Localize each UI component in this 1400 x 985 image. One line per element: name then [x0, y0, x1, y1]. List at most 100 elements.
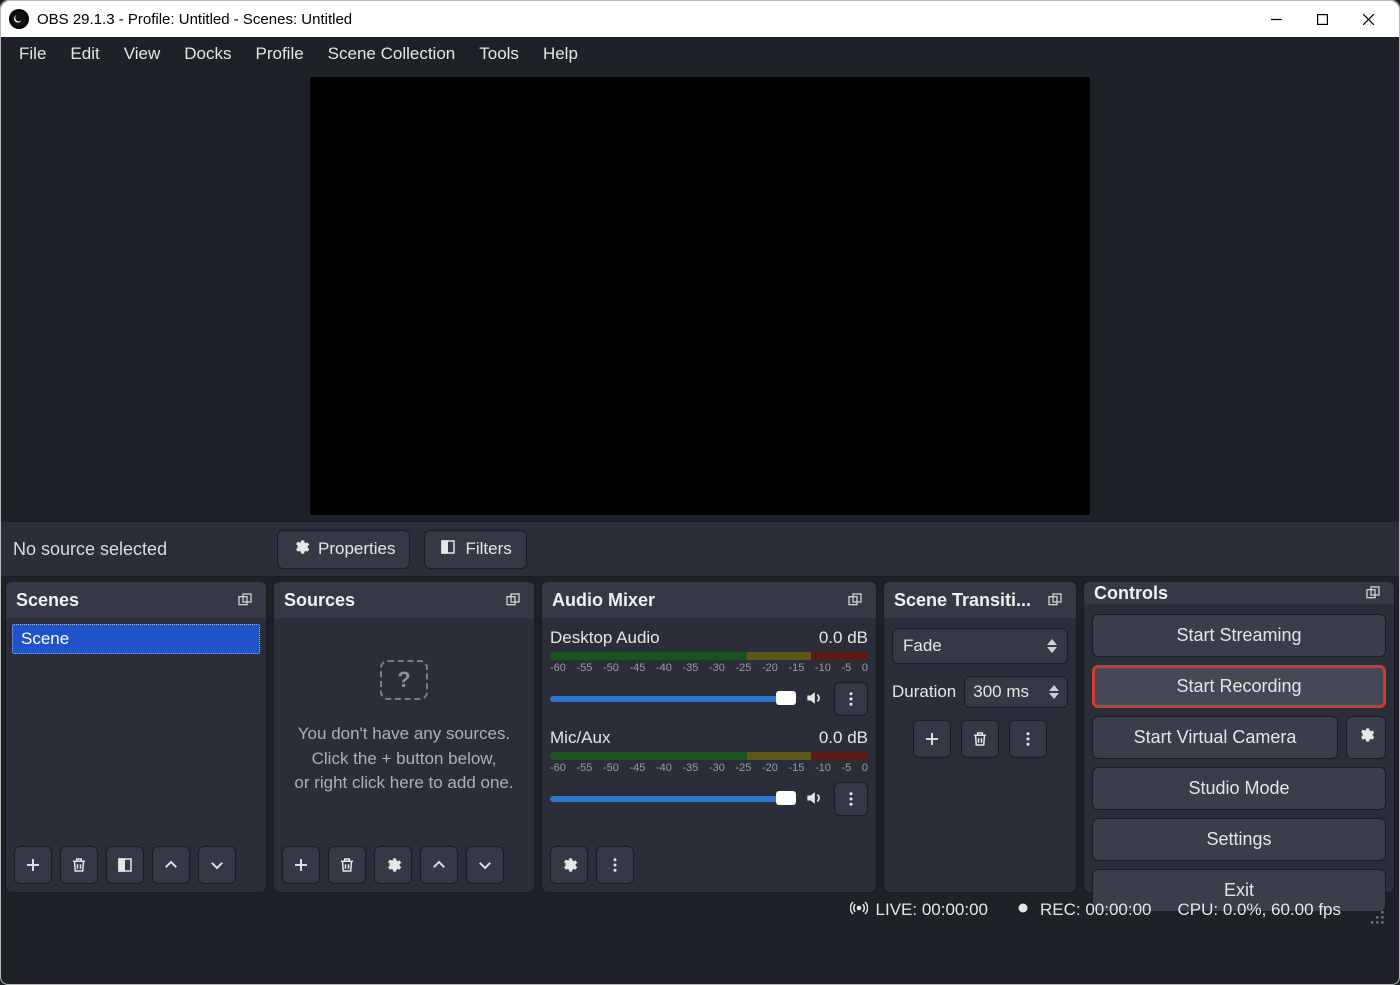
duration-spin[interactable]: 300 ms: [964, 676, 1068, 708]
live-text: LIVE: 00:00:00: [876, 900, 988, 920]
start-virtual-camera-button[interactable]: Start Virtual Camera: [1092, 716, 1338, 759]
titlebar: OBS 29.1.3 - Profile: Untitled - Scenes:…: [1, 1, 1399, 37]
preview-canvas[interactable]: [310, 77, 1090, 515]
question-icon: ?: [380, 660, 428, 700]
gear-icon: [1357, 726, 1375, 749]
source-status-label: No source selected: [13, 539, 263, 560]
add-scene-button[interactable]: [14, 846, 52, 884]
menu-help[interactable]: Help: [531, 40, 590, 68]
transition-select[interactable]: Fade: [892, 628, 1068, 664]
sources-panel: Sources ? You don't have any sources. Cl…: [273, 581, 535, 893]
menu-file[interactable]: File: [7, 40, 58, 68]
speaker-icon[interactable]: [804, 688, 826, 710]
gear-icon: [292, 538, 310, 561]
sources-placeholder: ? You don't have any sources. Click the …: [280, 624, 528, 832]
rec-status: REC: 00:00:00: [1014, 899, 1152, 922]
source-properties-button[interactable]: [374, 846, 412, 884]
rec-text: REC: 00:00:00: [1040, 900, 1152, 920]
mixer-ticks: -60-55-50-45-40-35-30-25-20-15-10-50: [550, 662, 868, 674]
menu-scene-collection[interactable]: Scene Collection: [316, 40, 468, 68]
duration-label: Duration: [892, 682, 956, 702]
sources-placeholder-line: Click the + button below,: [312, 747, 497, 772]
properties-label: Properties: [318, 539, 395, 559]
menu-tools[interactable]: Tools: [467, 40, 531, 68]
scene-item[interactable]: Scene: [12, 624, 260, 654]
remove-source-button[interactable]: [328, 846, 366, 884]
channel-menu-button[interactable]: [834, 682, 868, 716]
menu-profile[interactable]: Profile: [243, 40, 315, 68]
app-icon: [9, 9, 29, 29]
menu-view[interactable]: View: [112, 40, 173, 68]
add-transition-button[interactable]: [913, 720, 951, 758]
controls-panel: Controls Start Streaming Start Recording…: [1083, 581, 1395, 893]
menu-docks[interactable]: Docks: [172, 40, 243, 68]
mixer-channel: Desktop Audio 0.0 dB -60-55-50-45-40-35-…: [548, 624, 870, 724]
studio-mode-button[interactable]: Studio Mode: [1092, 767, 1386, 810]
properties-button[interactable]: Properties: [277, 530, 410, 569]
volume-slider[interactable]: [550, 696, 796, 702]
sources-title: Sources: [284, 590, 502, 611]
mixer-settings-button[interactable]: [550, 846, 588, 884]
menu-edit[interactable]: Edit: [58, 40, 111, 68]
channel-menu-button[interactable]: [834, 782, 868, 816]
mixer-meter: [550, 652, 868, 660]
minimize-button[interactable]: [1253, 1, 1299, 37]
maximize-button[interactable]: [1299, 1, 1345, 37]
popout-icon[interactable]: [1044, 589, 1066, 611]
mixer-menu-button[interactable]: [596, 846, 634, 884]
mixer-channel: Mic/Aux 0.0 dB -60-55-50-45-40-35-30-25-…: [548, 724, 870, 824]
mixer-channel-level: 0.0 dB: [819, 728, 868, 748]
start-streaming-button[interactable]: Start Streaming: [1092, 614, 1386, 657]
scene-transitions-panel: Scene Transiti... Fade Duration 300 ms: [883, 581, 1077, 893]
scenes-title: Scenes: [16, 590, 234, 611]
sources-placeholder-line: You don't have any sources.: [298, 722, 510, 747]
popout-icon[interactable]: [502, 589, 524, 611]
scenes-list[interactable]: Scene: [6, 618, 266, 838]
live-status: LIVE: 00:00:00: [850, 899, 988, 922]
close-button[interactable]: [1345, 1, 1391, 37]
move-scene-up-button[interactable]: [152, 846, 190, 884]
resize-grip-icon[interactable]: [1367, 907, 1385, 925]
filters-label: Filters: [465, 539, 511, 559]
record-icon: [1014, 899, 1032, 922]
updown-icon: [1047, 638, 1057, 654]
settings-button[interactable]: Settings: [1092, 818, 1386, 861]
updown-icon: [1049, 684, 1059, 700]
speaker-icon[interactable]: [804, 788, 826, 810]
remove-scene-button[interactable]: [60, 846, 98, 884]
mixer-title: Audio Mixer: [552, 590, 844, 611]
volume-slider[interactable]: [550, 796, 796, 802]
sources-list[interactable]: ? You don't have any sources. Click the …: [274, 618, 534, 838]
broadcast-icon: [850, 899, 868, 922]
add-source-button[interactable]: [282, 846, 320, 884]
move-scene-down-button[interactable]: [198, 846, 236, 884]
window-title: OBS 29.1.3 - Profile: Untitled - Scenes:…: [37, 11, 352, 28]
mixer-ticks: -60-55-50-45-40-35-30-25-20-15-10-50: [550, 762, 868, 774]
popout-icon[interactable]: [1362, 582, 1384, 604]
transition-menu-button[interactable]: [1009, 720, 1047, 758]
cpu-text: CPU: 0.0%, 60.00 fps: [1178, 900, 1341, 920]
duration-value: 300 ms: [973, 682, 1029, 702]
virtual-camera-settings-button[interactable]: [1346, 716, 1386, 759]
move-source-up-button[interactable]: [420, 846, 458, 884]
menubar: File Edit View Docks Profile Scene Colle…: [1, 37, 1399, 71]
popout-icon[interactable]: [844, 589, 866, 611]
start-recording-button[interactable]: Start Recording: [1092, 665, 1386, 708]
sources-placeholder-line: or right click here to add one.: [294, 771, 513, 796]
move-source-down-button[interactable]: [466, 846, 504, 884]
audio-mixer-panel: Audio Mixer Desktop Audio 0.0 dB -60-55-…: [541, 581, 877, 893]
source-toolbar: No source selected Properties Filters: [1, 521, 1399, 577]
transition-selected: Fade: [903, 636, 942, 656]
scenes-panel: Scenes Scene: [5, 581, 267, 893]
controls-title: Controls: [1094, 583, 1362, 604]
popout-icon[interactable]: [234, 589, 256, 611]
remove-transition-button[interactable]: [961, 720, 999, 758]
scene-filters-button[interactable]: [106, 846, 144, 884]
filters-icon: [439, 538, 457, 561]
transitions-title: Scene Transiti...: [894, 590, 1044, 611]
mixer-channel-level: 0.0 dB: [819, 628, 868, 648]
filters-button[interactable]: Filters: [424, 530, 526, 569]
cpu-status: CPU: 0.0%, 60.00 fps: [1178, 900, 1341, 920]
mixer-meter: [550, 752, 868, 760]
preview-area[interactable]: [1, 71, 1399, 521]
